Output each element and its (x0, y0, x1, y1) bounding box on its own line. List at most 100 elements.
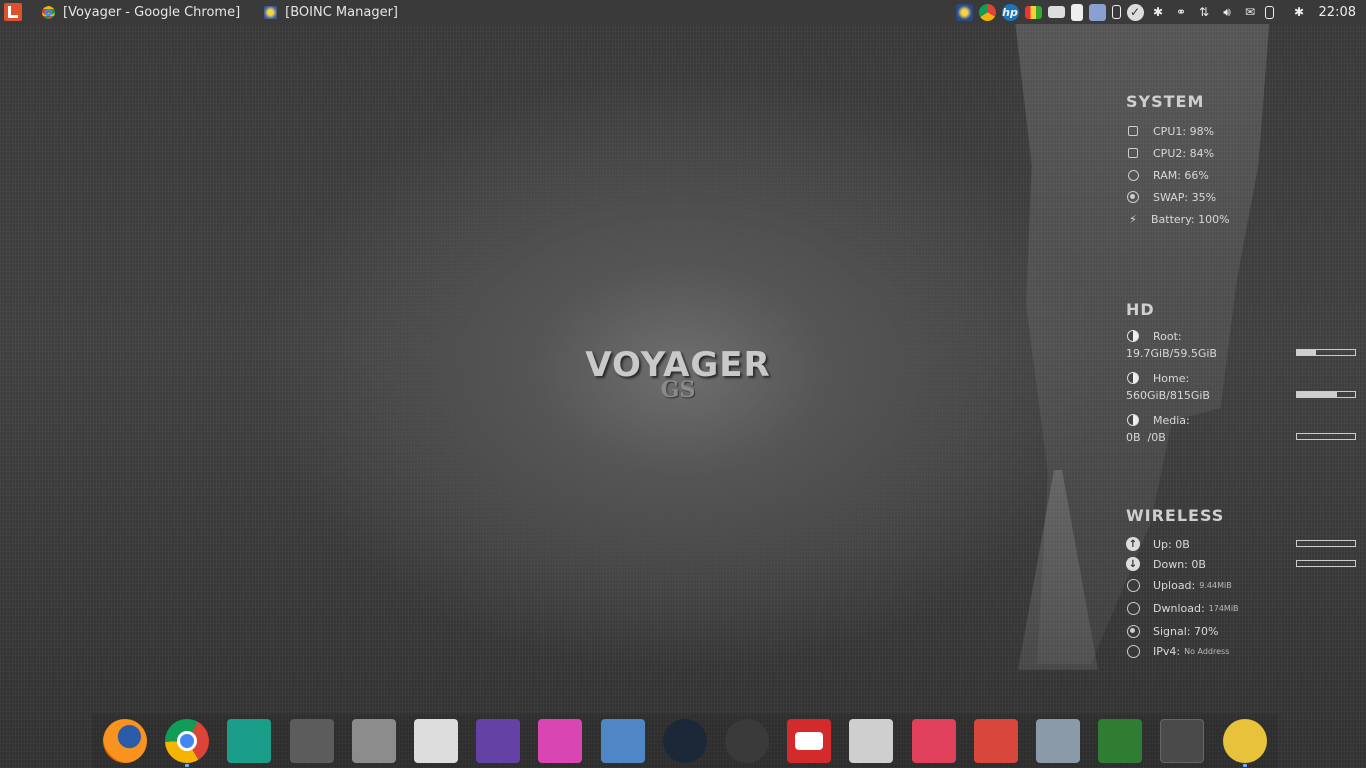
swap-row: SWAP: 35% (1126, 190, 1216, 204)
media-row: Media: (1126, 413, 1190, 427)
disk-icon (1126, 329, 1140, 343)
cpu2-label: CPU2: 84% (1153, 146, 1215, 160)
disk-icon (1126, 413, 1140, 427)
downspeed-graph (1296, 560, 1356, 567)
mail-icon[interactable] (1088, 3, 1106, 21)
home-usage-fill (1297, 392, 1338, 397)
dock-chrome-icon[interactable] (165, 719, 209, 763)
hp-icon[interactable]: hp (1001, 3, 1019, 21)
ram-row: RAM: 66% (1126, 168, 1209, 182)
upload-total: 9.44MiB (1199, 580, 1232, 590)
clock-icon[interactable]: ✓ (1126, 3, 1144, 21)
signal-row: Signal: 70% (1126, 624, 1218, 638)
dock-twitch-icon[interactable] (476, 719, 520, 763)
root-label: Root: (1153, 329, 1182, 343)
boinc-icon[interactable] (955, 3, 973, 21)
top-panel: [Voyager - Google Chrome] [BOINC Manager… (0, 0, 1366, 24)
home-label: Home: (1153, 371, 1190, 385)
hd-section-title: HD (1126, 300, 1155, 319)
taskbar-item-boinc[interactable]: [BOINC Manager] (252, 0, 410, 24)
media-value: 0B /0B (1126, 431, 1166, 444)
app-menu-button[interactable] (4, 3, 22, 21)
taskbar-item-label: [BOINC Manager] (285, 4, 398, 20)
taskbar-item-chrome[interactable]: [Voyager - Google Chrome] (30, 0, 252, 24)
window-icon[interactable] (1047, 6, 1065, 18)
dock-dial-icon[interactable] (725, 719, 769, 763)
cpu-icon (1126, 146, 1140, 160)
cpu2-row: CPU2: 84% (1126, 146, 1214, 160)
dock-files-icon[interactable] (352, 719, 396, 763)
network-icon[interactable]: ⇅ (1196, 4, 1213, 21)
taskbar-item-label: [Voyager - Google Chrome] (63, 4, 241, 20)
dock-mixer-icon[interactable] (912, 719, 956, 763)
disk-icon (1126, 371, 1140, 385)
upload-row: Upload: 9.44MiB (1126, 578, 1232, 592)
dock-boinc-icon[interactable] (1223, 719, 1267, 763)
cpu1-row: CPU1: 98% (1126, 124, 1214, 138)
ipv4-value: No Address (1184, 646, 1230, 656)
chrome-icon (42, 5, 55, 19)
dock-notebook-icon[interactable] (227, 719, 271, 763)
media-label: Media: (1153, 413, 1190, 427)
download-label: Dwnload: (1153, 601, 1205, 615)
up-row: ↑ Up: 0B (1126, 537, 1190, 551)
clock[interactable]: 22:08 (1319, 5, 1356, 20)
upload-icon (1126, 578, 1140, 592)
root-usage-fill (1297, 350, 1317, 355)
bluetooth-icon[interactable]: ✱ (1150, 4, 1167, 21)
envelope-icon[interactable]: ✉ (1242, 4, 1259, 21)
volume-icon[interactable]: 🔊︎ (1219, 4, 1236, 21)
upload-label: Upload: (1153, 578, 1196, 592)
down-label: Down: 0B (1153, 557, 1206, 571)
system-section-title: SYSTEM (1126, 92, 1205, 111)
arrow-up-icon: ↑ (1126, 537, 1140, 551)
bluetooth-icon[interactable]: ✱ (1291, 4, 1308, 21)
down-row: ↓ Down: 0B (1126, 557, 1206, 571)
home-row: Home: (1126, 371, 1189, 385)
cpu1-label: CPU1: 98% (1153, 124, 1215, 138)
calendar-icon[interactable] (1024, 5, 1042, 19)
boinc-icon (264, 5, 278, 19)
upspeed-graph (1296, 540, 1356, 547)
signal-icon (1126, 624, 1140, 638)
dock-youtube-icon[interactable] (787, 719, 831, 763)
battery-icon[interactable] (1111, 5, 1121, 19)
ram-icon (1126, 168, 1140, 182)
wallpaper-logo: VOYAGER GS (548, 345, 808, 403)
wireless-section-title: WIRELESS (1126, 506, 1225, 525)
signal-label: Signal: 70% (1153, 624, 1219, 638)
ram-label: RAM: 66% (1153, 168, 1209, 182)
cpu-icon (1126, 124, 1140, 138)
download-icon (1126, 601, 1140, 615)
power-icon[interactable] (1264, 5, 1274, 19)
document-icon[interactable] (1070, 3, 1083, 21)
battery-row: ⚡︎ Battery: 100% (1126, 212, 1230, 226)
running-indicator (185, 764, 189, 767)
up-label: Up: 0B (1153, 537, 1190, 551)
link-icon[interactable]: ⚭ (1173, 4, 1190, 21)
dock-screenshot-icon[interactable] (1036, 719, 1080, 763)
chrome-icon[interactable] (978, 3, 996, 21)
root-value: 19.7GiB/59.5GiB (1126, 347, 1217, 360)
dock-steam-icon[interactable] (663, 719, 707, 763)
battery-bolt-icon: ⚡︎ (1129, 212, 1137, 226)
dock-text-editor-icon[interactable] (414, 719, 458, 763)
running-indicator (1243, 764, 1247, 767)
battery-label: Battery: 100% (1151, 212, 1230, 226)
media-usage-bar (1296, 433, 1356, 440)
dock-terminal-icon[interactable] (1160, 719, 1204, 763)
arrow-down-icon: ↓ (1126, 557, 1140, 571)
dock-desktop-icon[interactable] (601, 719, 645, 763)
dock-app-grid-icon[interactable] (538, 719, 582, 763)
home-usage-bar (1296, 391, 1356, 398)
dock-firefox-icon[interactable] (103, 719, 147, 763)
root-row: Root: (1126, 329, 1182, 343)
system-tray: hp ✓ ✱ ⚭ ⇅ 🔊︎ ✉ ✱ 22:08 (953, 0, 1366, 24)
dock-store-icon[interactable] (849, 719, 893, 763)
dock-system-monitor-icon[interactable] (1098, 719, 1142, 763)
ipv4-row: IPv4: No Address (1126, 644, 1229, 658)
dock-calculator-icon[interactable] (290, 719, 334, 763)
home-value: 560GiB/815GiB (1126, 389, 1210, 402)
dock-trash-icon[interactable] (974, 719, 1018, 763)
root-usage-bar (1296, 349, 1356, 356)
